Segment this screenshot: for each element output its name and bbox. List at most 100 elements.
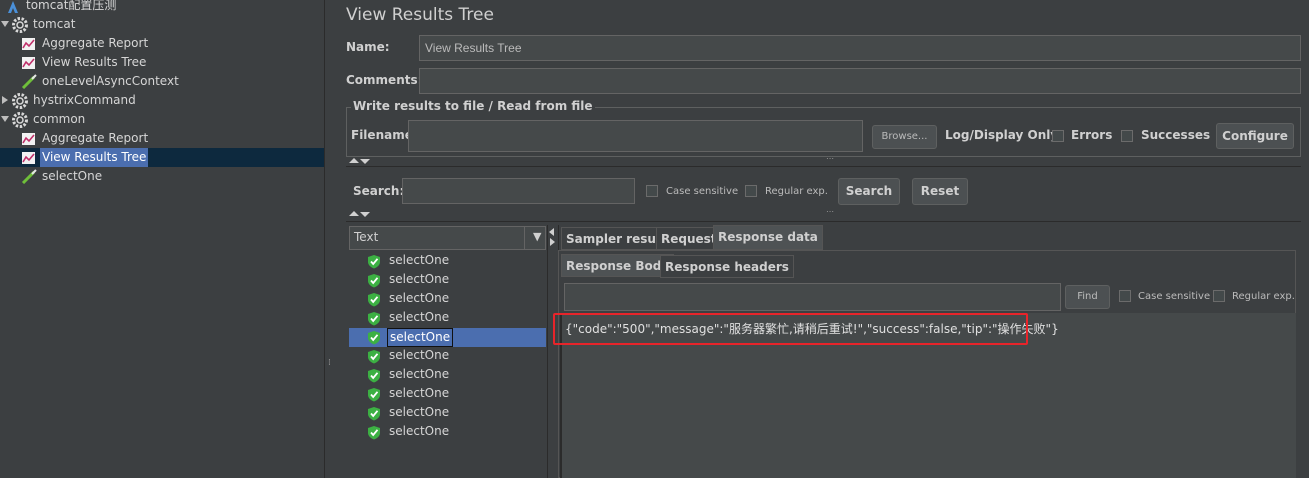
- comments-input[interactable]: [419, 68, 1301, 94]
- write-results-legend: Write results to file / Read from file: [351, 99, 595, 113]
- search-label: Search:: [353, 184, 405, 198]
- tab-response-data[interactable]: Response data: [713, 225, 823, 250]
- success-shield-icon: [368, 407, 380, 421]
- name-input[interactable]: [419, 35, 1301, 61]
- list-item[interactable]: selectOne: [349, 309, 546, 328]
- regex-checkbox[interactable]: [745, 185, 757, 197]
- page-title: View Results Tree: [346, 5, 494, 25]
- list-item[interactable]: selectOne: [349, 347, 546, 366]
- tree-item-view-results-tree[interactable]: View Results Tree: [0, 53, 320, 72]
- results-list[interactable]: selectOne selectOne selectOne selectOne …: [349, 252, 546, 478]
- tree-item-aggregate-report[interactable]: Aggregate Report: [0, 129, 320, 148]
- tree-item-label: oneLevelAsyncContext: [42, 74, 179, 88]
- regex-label: Regular exp.: [765, 186, 828, 197]
- sampler-icon: [21, 74, 37, 89]
- case-sensitive-label: Case sensitive: [666, 186, 739, 197]
- list-item-label: selectOne: [387, 328, 454, 347]
- tree-item-label: View Results Tree: [42, 55, 147, 69]
- list-item[interactable]: selectOne: [349, 252, 546, 271]
- tree-splitter[interactable]: ⁞: [324, 0, 335, 478]
- list-item[interactable]: selectOne: [349, 385, 546, 404]
- reset-button[interactable]: Reset: [912, 178, 968, 205]
- expand-icon[interactable]: [1, 116, 9, 122]
- divider: [346, 221, 1301, 222]
- tree-item-select-one[interactable]: selectOne: [0, 167, 320, 186]
- list-item-label: selectOne: [389, 348, 450, 362]
- tree-item-label: hystrixCommand: [33, 93, 136, 107]
- tab-request[interactable]: Request: [656, 227, 722, 250]
- case-sensitive-checkbox[interactable]: [646, 185, 658, 197]
- tree-item-label: Aggregate Report: [42, 131, 149, 145]
- tree-item-common[interactable]: common: [0, 110, 320, 129]
- renderer-select[interactable]: Text ▼: [349, 226, 546, 250]
- browse-button[interactable]: Browse...: [872, 125, 937, 149]
- logdisplay-label: Log/Display Only:: [945, 128, 1063, 142]
- list-item-label: selectOne: [389, 386, 450, 400]
- errors-checkbox[interactable]: [1052, 130, 1064, 142]
- tree-item-label: Aggregate Report: [42, 36, 149, 50]
- successes-checkbox[interactable]: [1121, 130, 1133, 142]
- find-button[interactable]: Find: [1065, 285, 1110, 309]
- tree-item-hystrix-command[interactable]: hystrixCommand: [0, 91, 320, 110]
- tab-sampler-result[interactable]: Sampler result: [561, 227, 671, 250]
- list-item-label: selectOne: [389, 272, 450, 286]
- configure-button[interactable]: Configure: [1216, 123, 1294, 149]
- tree-item-label: selectOne: [42, 169, 103, 183]
- list-item-label: selectOne: [389, 424, 450, 438]
- success-shield-icon: [368, 274, 380, 288]
- tab-response-headers[interactable]: Response headers: [660, 255, 794, 278]
- report-icon: [22, 133, 35, 145]
- list-item-label: selectOne: [389, 291, 450, 305]
- gear-icon: [12, 93, 28, 109]
- test-plan-tree[interactable]: tomcat配置压测 tomcat Aggregate Report View …: [0, 0, 324, 478]
- success-shield-icon: [368, 255, 380, 269]
- expand-down-icon[interactable]: [360, 212, 370, 217]
- comments-label: Comments:: [346, 73, 423, 87]
- expand-down-icon[interactable]: [360, 159, 370, 164]
- success-shield-icon: [368, 331, 380, 345]
- divider: [346, 166, 1301, 167]
- search-button[interactable]: Search: [838, 178, 900, 205]
- tree-item-label: tomcat配置压测: [26, 0, 117, 12]
- divider: [524, 227, 525, 249]
- tree-item-sampler[interactable]: oneLevelAsyncContext: [0, 72, 320, 91]
- success-shield-icon: [368, 350, 380, 364]
- renderer-select-value: Text: [354, 230, 379, 244]
- find-case-sensitive-checkbox[interactable]: [1119, 290, 1131, 302]
- tree-item-label: common: [33, 112, 86, 126]
- success-shield-icon: [368, 388, 380, 402]
- name-label: Name:: [346, 40, 390, 54]
- list-item-label: selectOne: [389, 310, 450, 324]
- successes-label: Successes: [1141, 128, 1211, 142]
- list-item[interactable]: selectOne: [349, 271, 546, 290]
- sampler-icon: [21, 169, 37, 184]
- tree-item-label: tomcat: [33, 17, 76, 31]
- tree-item-tomcat[interactable]: tomcat: [0, 15, 320, 34]
- tree-item-view-results-tree-selected[interactable]: View Results Tree: [0, 148, 320, 167]
- list-item[interactable]: selectOne: [349, 290, 546, 309]
- find-case-sensitive-label: Case sensitive: [1138, 291, 1211, 302]
- expand-right-icon[interactable]: [550, 238, 555, 246]
- list-item-label: selectOne: [389, 367, 450, 381]
- splitter-grip-icon: ⋯: [826, 207, 834, 216]
- collapse-up-icon[interactable]: [349, 158, 359, 163]
- success-shield-icon: [368, 293, 380, 307]
- tree-item-aggregate-report[interactable]: Aggregate Report: [0, 34, 320, 53]
- list-item[interactable]: selectOne: [349, 423, 546, 442]
- tree-item-test-plan[interactable]: tomcat配置压测: [0, 0, 320, 15]
- list-item-selected[interactable]: selectOne: [349, 328, 546, 347]
- gear-icon: [12, 112, 28, 128]
- collapse-left-icon[interactable]: [549, 228, 554, 236]
- find-input[interactable]: [564, 283, 1061, 311]
- list-item[interactable]: selectOne: [349, 366, 546, 385]
- expand-icon[interactable]: [1, 21, 9, 27]
- list-item[interactable]: selectOne: [349, 404, 546, 423]
- find-regex-checkbox[interactable]: [1213, 290, 1225, 302]
- success-shield-icon: [368, 369, 380, 383]
- collapse-up-icon[interactable]: [349, 211, 359, 216]
- collapse-icon[interactable]: [2, 96, 8, 104]
- search-input[interactable]: [402, 178, 635, 204]
- filename-input[interactable]: [408, 120, 863, 152]
- tab-response-body[interactable]: Response Body: [561, 254, 675, 277]
- gear-icon: [12, 17, 28, 33]
